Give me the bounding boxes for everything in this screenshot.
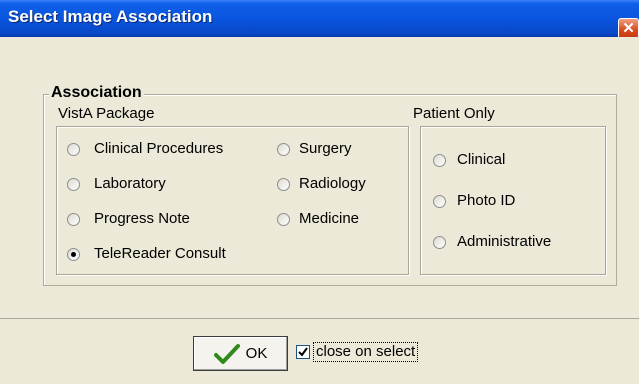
- radio-surgery[interactable]: Surgery: [277, 140, 352, 158]
- radio-medicine[interactable]: Medicine: [277, 210, 359, 228]
- radio-button-icon: [277, 142, 290, 156]
- radio-clinical-procedures[interactable]: Clinical Procedures: [67, 140, 223, 158]
- window-title: Select Image Association: [8, 7, 213, 26]
- radio-radiology[interactable]: Radiology: [277, 175, 366, 193]
- radio-label: Administrative: [457, 233, 552, 250]
- close-on-select-label: close on select: [312, 342, 419, 362]
- radio-clinical[interactable]: Clinical: [433, 151, 505, 169]
- radio-label: Surgery: [299, 140, 352, 157]
- radio-button-icon: [67, 177, 80, 191]
- radio-button-icon: [433, 235, 446, 249]
- close-icon[interactable]: ✕: [618, 18, 639, 39]
- radio-telereader-consult[interactable]: TeleReader Consult: [67, 245, 226, 263]
- close-on-select-checkbox[interactable]: close on select: [296, 342, 419, 362]
- radio-laboratory[interactable]: Laboratory: [67, 175, 166, 193]
- radio-administrative[interactable]: Administrative: [433, 233, 551, 251]
- radio-button-icon: [277, 212, 290, 226]
- radio-label: Laboratory: [94, 175, 166, 192]
- title-bar[interactable]: Select Image Association ✕: [0, 0, 639, 39]
- radio-progress-note[interactable]: Progress Note: [67, 210, 190, 228]
- ok-button[interactable]: OK: [193, 336, 288, 371]
- dialog-window: Select Image Association ✕ Association V…: [0, 0, 639, 384]
- radio-button-icon: [67, 142, 80, 156]
- radio-button-selected-icon: [67, 247, 80, 261]
- radio-label: TeleReader Consult: [94, 245, 226, 262]
- checkbox-checked-icon: [296, 345, 310, 359]
- radio-label: Radiology: [299, 175, 366, 192]
- ok-label: OK: [245, 345, 268, 362]
- radio-label: Photo ID: [457, 192, 516, 209]
- radio-label: Clinical: [457, 151, 506, 168]
- radio-label: Medicine: [299, 210, 360, 227]
- radio-label: Progress Note: [94, 210, 190, 227]
- radio-label: Clinical Procedures: [94, 140, 224, 157]
- radio-button-icon: [277, 177, 290, 191]
- vista-package-label: VistA Package: [58, 105, 155, 122]
- radio-button-icon: [433, 194, 446, 208]
- radio-button-icon: [433, 153, 446, 167]
- patient-only-label: Patient Only: [413, 105, 495, 122]
- checkmark-icon: [213, 343, 240, 364]
- association-title: Association: [49, 84, 144, 102]
- radio-button-icon: [67, 212, 80, 226]
- radio-photo-id[interactable]: Photo ID: [433, 192, 515, 210]
